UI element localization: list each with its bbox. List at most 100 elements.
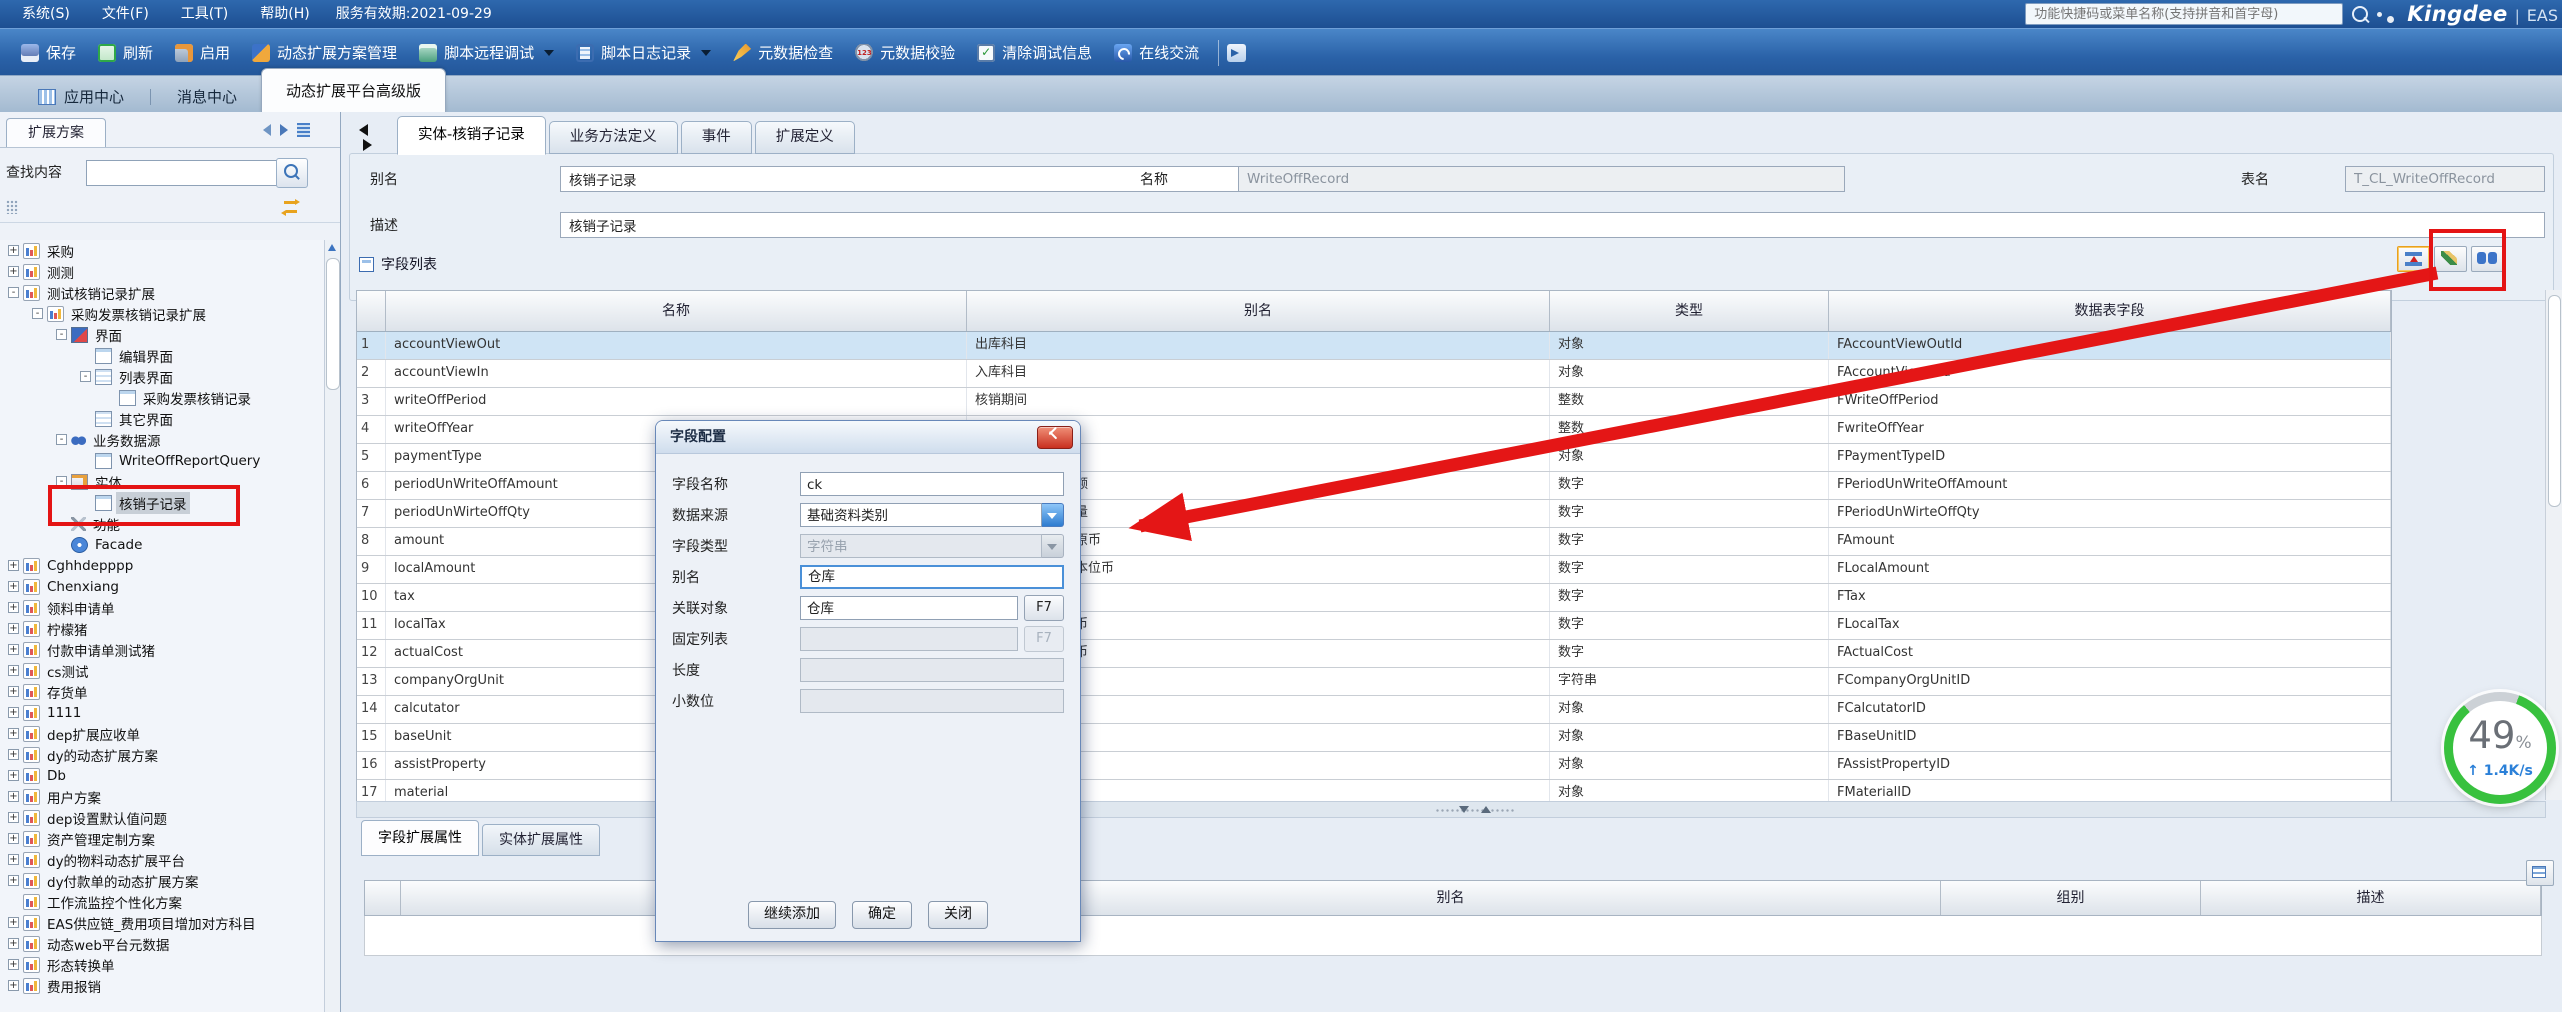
collapse-icon[interactable]: - (8, 287, 19, 298)
tree-item[interactable]: +存货单 (0, 681, 324, 702)
description-input[interactable] (560, 212, 2545, 238)
text-input-focused[interactable]: 仓库 (800, 565, 1064, 589)
insert-field-button[interactable] (2397, 246, 2430, 272)
tree-item[interactable]: +EAS供应链_费用项目增加对方科目 (0, 912, 324, 933)
expand-icon[interactable]: + (8, 581, 19, 592)
toolbar-button[interactable]: 保存 (10, 36, 87, 70)
tree-item[interactable]: +形态转换单 (0, 954, 324, 975)
alias-input[interactable] (560, 166, 1330, 192)
detail-tab-3[interactable]: 扩展定义 (755, 121, 855, 154)
tree-item[interactable]: 工作流监控个性化方案 (0, 891, 324, 912)
exit-icon[interactable] (1227, 44, 1246, 62)
tree-item[interactable]: 其它界面 (0, 408, 324, 429)
table-row[interactable]: 2accountViewIn入库科目对象FAccountViewInId (357, 360, 2391, 388)
expand-icon[interactable]: + (8, 959, 19, 970)
collapse-icon[interactable]: - (32, 308, 43, 319)
chevron-down-icon[interactable] (701, 50, 711, 56)
tree-item[interactable]: Facade (0, 534, 324, 555)
toolbar-button[interactable]: 在线交流 (1103, 36, 1210, 70)
tree-item[interactable]: +dy付款单的动态扩展方案 (0, 870, 324, 891)
column-header[interactable] (357, 291, 386, 331)
forward-arrow-icon[interactable] (280, 124, 288, 136)
tree-item[interactable]: 编辑界面 (0, 345, 324, 366)
tree-search-input[interactable] (86, 160, 288, 186)
column-header[interactable]: 别名 (967, 291, 1550, 331)
scroll-thumb[interactable] (326, 258, 340, 390)
toolbar-button[interactable]: 元数据校验 (844, 36, 966, 70)
expand-icon[interactable]: + (8, 686, 19, 697)
expand-icon[interactable]: + (8, 770, 19, 781)
expand-icon[interactable]: + (8, 875, 19, 886)
tree-item[interactable]: +dy的物料动态扩展平台 (0, 849, 324, 870)
tree-item[interactable]: +用户方案 (0, 786, 324, 807)
table-row[interactable]: 3writeOffPeriod核销期间整数FWriteOffPeriod (357, 388, 2391, 416)
collapse-icon[interactable]: - (80, 371, 91, 382)
toolbar-button[interactable]: 脚本远程调试 (408, 36, 565, 70)
list-icon[interactable] (297, 123, 310, 137)
quick-search-input[interactable] (2025, 3, 2343, 25)
tab-extension-scheme[interactable]: 扩展方案 (6, 118, 106, 148)
bottom-tab-0[interactable]: 字段扩展属性 (361, 820, 479, 856)
tree-item[interactable]: +领料申请单 (0, 597, 324, 618)
export-grid-button[interactable] (2526, 860, 2554, 886)
toolbar-button[interactable]: 脚本日志记录 (565, 36, 722, 70)
collapse-icon[interactable]: - (56, 476, 67, 487)
column-header[interactable]: 数据表字段 (1829, 291, 2391, 331)
lookup-input[interactable]: 仓库 (800, 596, 1018, 620)
column-header[interactable]: 名称 (386, 291, 967, 331)
expand-icon[interactable]: + (8, 560, 19, 571)
expand-icon[interactable]: + (8, 917, 19, 928)
find-field-button[interactable] (2471, 246, 2504, 272)
toolbar-button[interactable]: 动态扩展方案管理 (241, 36, 408, 70)
expand-icon[interactable]: + (8, 245, 19, 256)
expand-icon[interactable]: + (8, 938, 19, 949)
sync-locate-icon[interactable] (284, 199, 300, 215)
column-header[interactable]: 别名 (961, 881, 1941, 915)
menu-item-0[interactable]: 系统(S) (6, 0, 86, 28)
tree-item[interactable]: +资产管理定制方案 (0, 828, 324, 849)
column-header[interactable]: 组别 (1941, 881, 2201, 915)
tree-item[interactable]: -实体 (0, 471, 324, 492)
expand-icon[interactable]: + (8, 812, 19, 823)
toolbar-button[interactable]: 刷新 (87, 36, 164, 70)
tree-item[interactable]: +付款申请单测试猪 (0, 639, 324, 660)
expand-icon[interactable]: + (8, 749, 19, 760)
continue-add-button[interactable]: 继续添加 (748, 901, 836, 929)
column-header[interactable]: 类型 (1550, 291, 1829, 331)
tree-item[interactable]: -业务数据源 (0, 429, 324, 450)
menu-item-1[interactable]: 文件(F) (86, 0, 165, 28)
tree-item[interactable]: +采购 (0, 240, 324, 261)
tree-item[interactable]: +柠檬猪 (0, 618, 324, 639)
menu-item-3[interactable]: 帮助(H) (244, 0, 325, 28)
dropdown-icon[interactable] (1042, 503, 1064, 527)
menu-item-2[interactable]: 工具(T) (165, 0, 244, 28)
tree-item[interactable]: +1111 (0, 702, 324, 723)
toolbar-button[interactable]: 元数据检查 (722, 36, 844, 70)
expand-icon[interactable]: + (8, 644, 19, 655)
expand-icon[interactable]: + (8, 707, 19, 718)
tree-item[interactable]: +费用报销 (0, 975, 324, 996)
tree-item[interactable]: +dep设置默认值问题 (0, 807, 324, 828)
expand-icon[interactable]: + (8, 833, 19, 844)
close-icon[interactable] (1037, 426, 1073, 449)
collapse-icon[interactable]: - (56, 434, 67, 445)
bottom-tab-1[interactable]: 实体扩展属性 (482, 824, 600, 856)
column-header[interactable] (365, 881, 401, 915)
tree-item[interactable]: +测测 (0, 261, 324, 282)
chevron-down-icon[interactable] (544, 50, 554, 56)
tree-scrollbar[interactable] (324, 240, 340, 1012)
search-icon[interactable] (2352, 6, 2368, 22)
expand-icon[interactable]: + (8, 854, 19, 865)
dialog-title-bar[interactable]: 字段配置 (656, 421, 1080, 454)
toolbar-button[interactable]: 启用 (164, 36, 241, 70)
expand-icon[interactable]: + (8, 791, 19, 802)
close-button[interactable]: 关闭 (928, 901, 988, 929)
back-arrow-icon[interactable] (263, 124, 271, 136)
combo-input[interactable]: 基础资料类别 (800, 503, 1042, 527)
network-speed-badge[interactable]: 49% ↑ 1.4K/s (2444, 692, 2556, 804)
toolbar-button[interactable]: 清除调试信息 (966, 36, 1103, 70)
expand-icon[interactable]: + (8, 602, 19, 613)
column-header[interactable]: 描述 (2201, 881, 2541, 915)
tree-item[interactable]: -界面 (0, 324, 324, 345)
tree-item[interactable]: -采购发票核销记录扩展 (0, 303, 324, 324)
